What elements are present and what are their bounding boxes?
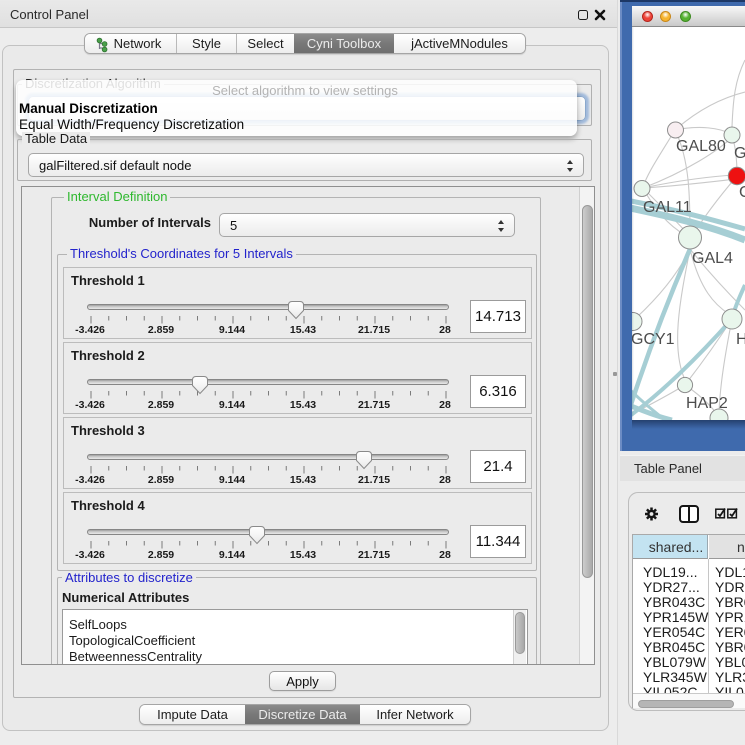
svg-text:H: H <box>736 331 745 348</box>
svg-text:GCY1: GCY1 <box>632 331 675 348</box>
svg-text:GAL4: GAL4 <box>692 250 733 267</box>
svg-text:GAL80: GAL80 <box>676 138 726 155</box>
svg-text:GAL11: GAL11 <box>643 199 692 216</box>
svg-text:C: C <box>739 184 745 201</box>
svg-text:HAP2: HAP2 <box>686 395 728 412</box>
svg-text:GA: GA <box>734 145 745 162</box>
